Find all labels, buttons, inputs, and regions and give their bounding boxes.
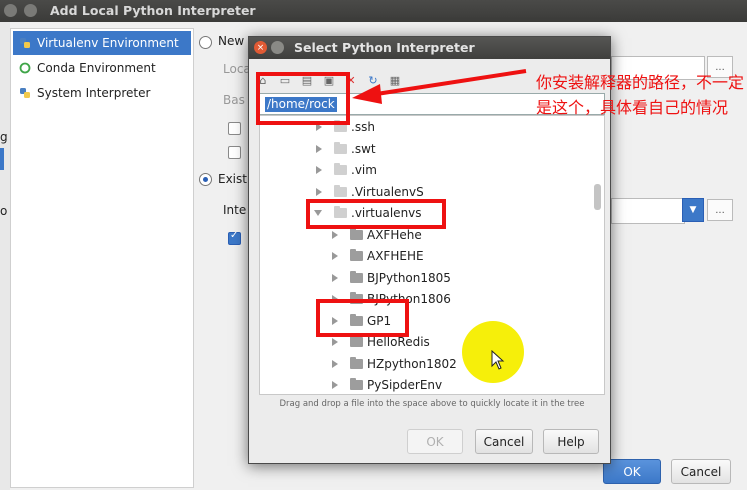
inherit-packages-checkbox[interactable] bbox=[228, 122, 241, 135]
new-environment-label: New bbox=[218, 34, 245, 48]
tree-item-hzpython1802[interactable]: HZpython1802 bbox=[332, 355, 457, 373]
mouse-cursor-icon bbox=[491, 350, 505, 370]
expand-arrow-icon[interactable] bbox=[332, 338, 338, 346]
folder-icon bbox=[350, 228, 363, 240]
ok-button[interactable]: OK bbox=[603, 459, 661, 484]
sidebar-item-label: Virtualenv Environment bbox=[37, 36, 179, 50]
folder-icon bbox=[350, 335, 363, 347]
chevron-down-icon[interactable]: ▼ bbox=[682, 198, 704, 222]
edge-selection bbox=[0, 148, 4, 170]
annotation-box-gp1 bbox=[316, 299, 409, 337]
python-icon bbox=[20, 38, 30, 48]
file-tree: .ssh .swt .vim .VirtualenvS .virtualenvs… bbox=[259, 115, 605, 395]
make-available-checkbox[interactable] bbox=[228, 146, 241, 159]
edge-text-2: o bbox=[0, 204, 8, 218]
dialog-cancel-button[interactable]: Cancel bbox=[475, 429, 533, 454]
environment-type-list: Virtualenv Environment Conda Environment… bbox=[10, 28, 194, 488]
window-close-icon[interactable] bbox=[4, 4, 17, 17]
tree-item-bjpython1805[interactable]: BJPython1805 bbox=[332, 269, 451, 287]
tree-item-swt[interactable]: .swt bbox=[316, 140, 376, 158]
folder-icon bbox=[350, 249, 363, 261]
expand-arrow-icon[interactable] bbox=[316, 188, 322, 196]
minimize-icon[interactable] bbox=[271, 41, 284, 54]
existing-environment-radio[interactable] bbox=[199, 173, 212, 186]
folder-icon bbox=[350, 378, 363, 390]
annotation-text: 你安装解释器的路径，不一定是这个，具体看自己的情况 bbox=[536, 73, 745, 117]
outer-window-title: Add Local Python Interpreter bbox=[50, 3, 256, 18]
expand-arrow-icon[interactable] bbox=[316, 145, 322, 153]
folder-icon bbox=[334, 163, 347, 175]
sidebar-item-system[interactable]: System Interpreter bbox=[13, 81, 191, 105]
sidebar-item-virtualenv[interactable]: Virtualenv Environment bbox=[13, 31, 191, 55]
cancel-button[interactable]: Cancel bbox=[671, 459, 731, 484]
sidebar-item-conda[interactable]: Conda Environment bbox=[13, 56, 191, 80]
window-minimize-icon[interactable] bbox=[24, 4, 37, 17]
make-available-all-checkbox[interactable] bbox=[228, 230, 241, 245]
tree-item-axfhehe-upper[interactable]: AXFHEHE bbox=[332, 247, 424, 265]
dialog-title-bar: × Select Python Interpreter bbox=[249, 37, 610, 59]
close-icon[interactable]: × bbox=[254, 41, 267, 54]
location-label: Loca bbox=[223, 62, 251, 76]
interpreter-label: Inte bbox=[223, 203, 247, 217]
tree-scrollbar[interactable] bbox=[594, 184, 601, 210]
annotation-box-virtualenvs bbox=[306, 199, 446, 229]
annotation-box-path bbox=[256, 72, 350, 125]
expand-arrow-icon[interactable] bbox=[332, 252, 338, 260]
new-environment-radio[interactable] bbox=[199, 36, 212, 49]
folder-icon bbox=[350, 271, 363, 283]
background-window-edge: g o bbox=[0, 22, 10, 490]
python-icon bbox=[20, 88, 30, 98]
base-interpreter-label: Bas bbox=[223, 93, 245, 107]
expand-arrow-icon[interactable] bbox=[332, 360, 338, 368]
drag-drop-hint: Drag and drop a file into the space abov… bbox=[279, 399, 585, 409]
tree-item-pysipderenv[interactable]: PySipderEnv bbox=[332, 376, 442, 394]
dialog-ok-button[interactable]: OK bbox=[407, 429, 463, 454]
folder-icon bbox=[334, 142, 347, 154]
folder-icon bbox=[334, 185, 347, 197]
expand-arrow-icon[interactable] bbox=[316, 166, 322, 174]
sidebar-item-label: Conda Environment bbox=[37, 61, 156, 75]
folder-icon bbox=[350, 357, 363, 369]
conda-icon bbox=[19, 62, 31, 74]
edge-text-1: g bbox=[0, 130, 8, 144]
dialog-title: Select Python Interpreter bbox=[294, 40, 475, 55]
dialog-help-button[interactable]: Help bbox=[543, 429, 599, 454]
sidebar-item-label: System Interpreter bbox=[37, 86, 151, 100]
outer-title-bar: Add Local Python Interpreter bbox=[0, 0, 747, 22]
existing-environment-label: Exist bbox=[218, 172, 247, 186]
expand-arrow-icon[interactable] bbox=[332, 381, 338, 389]
tree-item-vim[interactable]: .vim bbox=[316, 161, 377, 179]
expand-arrow-icon[interactable] bbox=[332, 274, 338, 282]
annotation-arrow-icon bbox=[352, 69, 527, 104]
interpreter-select[interactable] bbox=[611, 198, 685, 224]
interpreter-browse-button[interactable]: ... bbox=[707, 199, 733, 221]
expand-arrow-icon[interactable] bbox=[332, 231, 338, 239]
